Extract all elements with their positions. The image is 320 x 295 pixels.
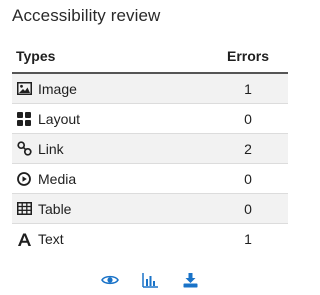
errors-table: Types Errors Image 1 Layout 0 Link 2 Med… [12, 40, 288, 254]
panel-title: Accessibility review [12, 6, 161, 25]
table-row-image[interactable]: Image 1 [12, 74, 288, 104]
row-error-count: 0 [244, 110, 252, 127]
accessibility-review-panel: Accessibility review Types Errors Image … [0, 0, 300, 295]
table-header: Types Errors [12, 40, 288, 74]
row-type-label: Image [38, 80, 77, 97]
table-row-media[interactable]: Media 0 [12, 164, 288, 194]
table-row-table[interactable]: Table 0 [12, 194, 288, 224]
table-row-link[interactable]: Link 2 [12, 134, 288, 164]
text-icon [16, 231, 32, 247]
row-error-count: 0 [244, 200, 252, 217]
table-icon [16, 201, 32, 217]
row-error-count: 1 [244, 80, 252, 97]
image-icon [16, 81, 32, 97]
row-type-label: Link [38, 140, 64, 157]
bar-chart-icon[interactable] [140, 271, 160, 289]
table-row-layout[interactable]: Layout 0 [12, 104, 288, 134]
header-errors: Errors [226, 48, 270, 64]
row-error-count: 0 [244, 170, 252, 187]
table-row-text[interactable]: Text 1 [12, 224, 288, 254]
row-error-count: 2 [244, 140, 252, 157]
row-error-count: 1 [244, 231, 252, 247]
eye-icon[interactable] [100, 271, 120, 289]
header-types: Types [16, 48, 56, 64]
row-type-label: Layout [38, 110, 81, 127]
layout-icon [16, 111, 32, 127]
row-type-label: Table [38, 200, 72, 217]
footer-actions [0, 271, 300, 289]
row-type-label: Text [38, 231, 64, 247]
link-icon [16, 141, 32, 157]
download-icon[interactable] [180, 271, 200, 289]
row-type-label: Media [38, 170, 77, 187]
media-icon [16, 171, 32, 187]
